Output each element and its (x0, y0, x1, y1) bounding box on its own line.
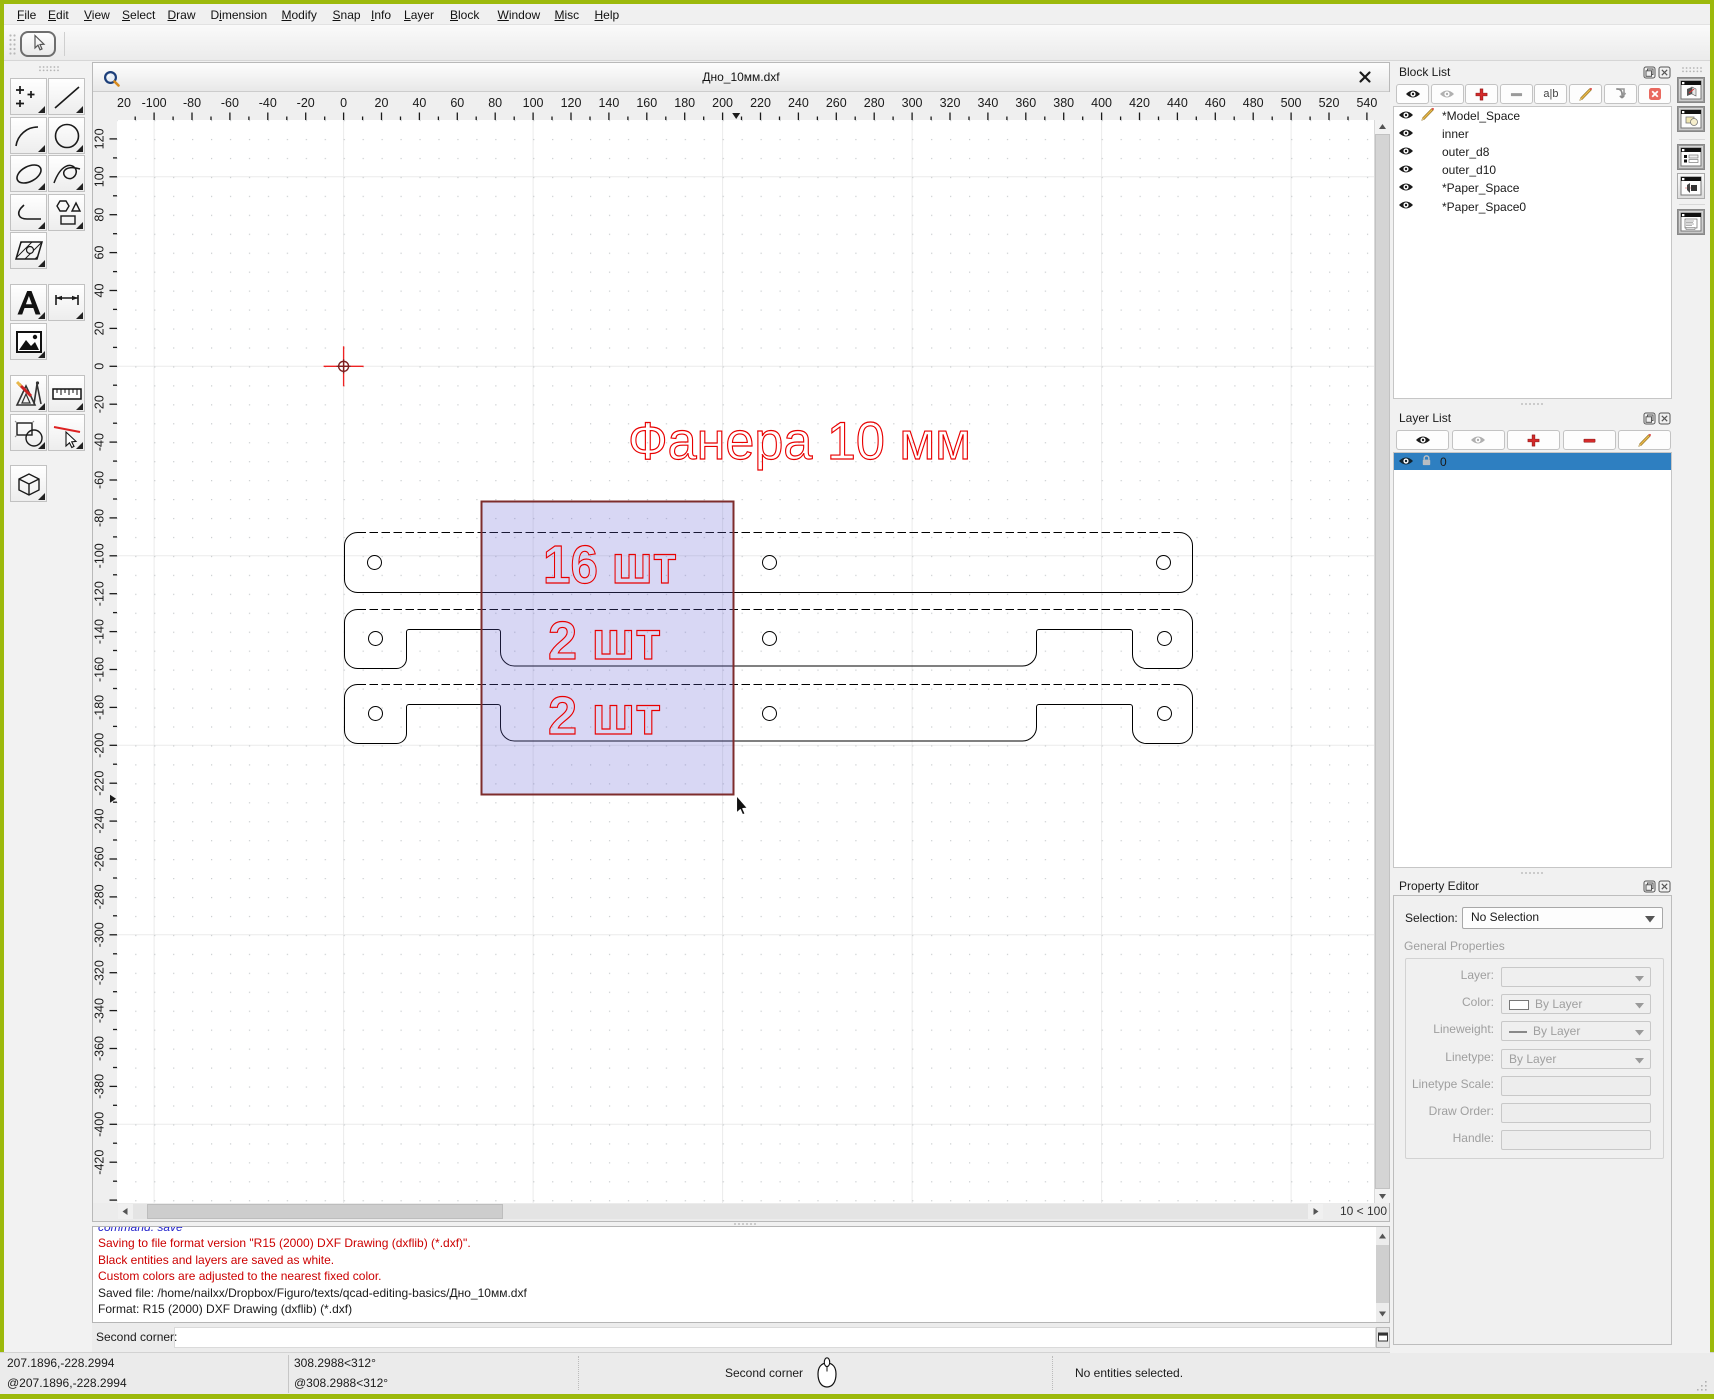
svg-text:16 шт: 16 шт (543, 535, 677, 595)
svg-text:60: 60 (93, 246, 107, 260)
svg-text:160: 160 (636, 96, 657, 110)
svg-text:-80: -80 (183, 96, 201, 110)
svg-text:140: 140 (598, 96, 619, 110)
svg-text:-60: -60 (221, 96, 239, 110)
svg-text:460: 460 (1205, 96, 1226, 110)
svg-text:100: 100 (523, 96, 544, 110)
svg-text:500: 500 (1281, 96, 1302, 110)
svg-text:120: 120 (93, 128, 107, 149)
svg-text:-20: -20 (93, 395, 107, 413)
svg-text:340: 340 (977, 96, 998, 110)
svg-text:360: 360 (1015, 96, 1036, 110)
svg-text:-320: -320 (93, 960, 107, 985)
svg-text:-420: -420 (93, 1150, 107, 1175)
svg-text:320: 320 (940, 96, 961, 110)
svg-text:-200: -200 (93, 733, 107, 758)
svg-text:-140: -140 (93, 619, 106, 644)
svg-text:40: 40 (412, 96, 426, 110)
svg-text:-220: -220 (93, 771, 107, 796)
svg-text:-280: -280 (93, 884, 107, 909)
svg-text:520: 520 (1319, 96, 1340, 110)
svg-text:-100: -100 (93, 543, 107, 568)
svg-text:40: 40 (93, 284, 107, 298)
svg-text:0: 0 (93, 363, 107, 370)
svg-text:-360: -360 (93, 1036, 107, 1061)
svg-text:Фанера 10 мм: Фанера 10 мм (628, 412, 971, 471)
svg-text:-300: -300 (93, 922, 107, 947)
svg-text:-340: -340 (93, 998, 107, 1023)
svg-text:-120: -120 (93, 581, 107, 606)
svg-text:80: 80 (93, 208, 107, 222)
svg-text:220: 220 (750, 96, 771, 110)
svg-text:-400: -400 (93, 1112, 107, 1137)
svg-text:-40: -40 (93, 433, 107, 451)
svg-text:300: 300 (902, 96, 923, 110)
svg-text:20: 20 (93, 321, 107, 335)
svg-text:240: 240 (788, 96, 809, 110)
svg-text:-40: -40 (259, 96, 277, 110)
svg-text:20: 20 (117, 96, 131, 110)
svg-text:440: 440 (1167, 96, 1188, 110)
svg-text:20: 20 (375, 96, 389, 110)
svg-text:260: 260 (826, 96, 847, 110)
svg-text:0: 0 (340, 96, 347, 110)
svg-text:420: 420 (1129, 96, 1150, 110)
svg-text:180: 180 (674, 96, 695, 110)
svg-text:480: 480 (1243, 96, 1264, 110)
svg-text:-180: -180 (93, 695, 107, 720)
svg-text:2 шт: 2 шт (548, 611, 661, 671)
svg-text:200: 200 (712, 96, 733, 110)
svg-text:-100: -100 (142, 96, 167, 110)
svg-text:280: 280 (864, 96, 885, 110)
svg-text:-240: -240 (93, 809, 107, 834)
svg-text:120: 120 (561, 96, 582, 110)
svg-text:100: 100 (93, 166, 107, 187)
svg-text:-260: -260 (93, 846, 107, 871)
svg-text:380: 380 (1053, 96, 1074, 110)
svg-text:-160: -160 (93, 657, 107, 682)
svg-text:60: 60 (450, 96, 464, 110)
svg-text:540: 540 (1356, 96, 1377, 110)
svg-text:-380: -380 (93, 1074, 107, 1099)
svg-text:-20: -20 (297, 96, 315, 110)
svg-text:80: 80 (488, 96, 502, 110)
svg-text:2 шт: 2 шт (548, 686, 661, 746)
svg-text:-80: -80 (93, 509, 107, 527)
svg-text:400: 400 (1091, 96, 1112, 110)
svg-text:-60: -60 (93, 471, 107, 489)
